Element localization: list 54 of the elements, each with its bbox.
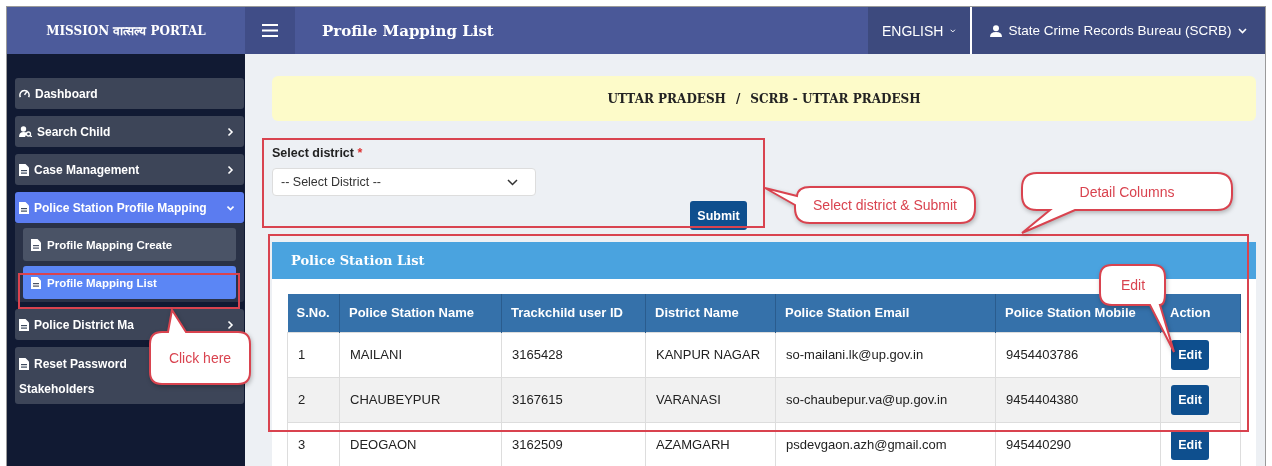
district-select[interactable]: -- Select District -- xyxy=(272,168,536,196)
user-search-icon xyxy=(19,126,32,137)
user-menu[interactable]: State Crime Records Bureau (SCRB) xyxy=(972,7,1265,54)
chevron-down-icon xyxy=(1238,27,1248,34)
card-header: Police Station List xyxy=(272,242,1256,279)
column-header: Trackchild user ID xyxy=(501,294,646,332)
edit-button[interactable]: Edit xyxy=(1171,429,1209,460)
chevron-down-icon xyxy=(950,27,956,34)
document-icon xyxy=(19,358,29,370)
sidebar-subitem[interactable]: Profile Mapping Create xyxy=(23,228,236,261)
sidebar-item[interactable]: Police Station Profile Mapping xyxy=(15,192,244,223)
submit-button[interactable]: Submit xyxy=(690,201,747,230)
edit-button[interactable]: Edit xyxy=(1171,384,1209,415)
edit-button[interactable]: Edit xyxy=(1171,339,1209,370)
language-dropdown[interactable]: ENGLISH xyxy=(868,7,970,54)
column-header: Police Station Name xyxy=(339,294,502,332)
table-cell: 3165428 xyxy=(501,332,646,377)
table-cell: 1 xyxy=(287,332,340,377)
breadcrumb-separator: / xyxy=(735,91,741,106)
table-cell: 3167615 xyxy=(501,377,646,422)
field-label: Select district * xyxy=(272,146,364,160)
table-cell: CHAUBEYPUR xyxy=(339,377,502,422)
breadcrumb-item: SCRB - UTTAR PRADESH xyxy=(750,91,921,106)
chevron-down-icon xyxy=(507,178,518,186)
table-cell: 9454404380 xyxy=(995,377,1161,422)
document-icon xyxy=(19,201,29,214)
menu-button[interactable] xyxy=(245,7,295,54)
column-header: Police Station Email xyxy=(775,294,996,332)
annotation-tooltip: Click here xyxy=(148,308,252,386)
gauge-icon xyxy=(19,88,30,99)
table-cell: 2 xyxy=(287,377,340,422)
page-title: Profile Mapping List xyxy=(295,7,868,54)
breadcrumb-item: UTTAR PRADESH xyxy=(607,91,726,106)
document-icon xyxy=(19,318,29,331)
table-cell: MAILANI xyxy=(339,332,502,377)
sidebar-item[interactable]: Dashboard xyxy=(15,78,244,109)
document-icon xyxy=(31,238,41,251)
document-icon xyxy=(19,163,29,176)
menu-icon xyxy=(262,24,278,37)
column-header: S.No. xyxy=(287,294,340,332)
annotation-tooltip: Detail Columns xyxy=(1020,171,1234,235)
column-header: Action xyxy=(1160,294,1241,332)
table-cell: 9454403786 xyxy=(995,332,1161,377)
table-cell: VARANASI xyxy=(645,377,776,422)
sidebar-item[interactable]: Search Child xyxy=(15,116,244,147)
table-cell: 3 xyxy=(287,422,340,466)
column-header: District Name xyxy=(645,294,776,332)
table-cell: KANPUR NAGAR xyxy=(645,332,776,377)
table-cell: so-chaubepur.va@up.gov.in xyxy=(775,377,996,422)
portal-logo: MISSION वात्सल्य PORTAL xyxy=(7,7,245,54)
document-icon xyxy=(31,276,41,289)
table-cell: so-mailani.lk@up.gov.in xyxy=(775,332,996,377)
user-icon xyxy=(989,24,1002,37)
sidebar-item[interactable]: Case Management xyxy=(15,154,244,185)
